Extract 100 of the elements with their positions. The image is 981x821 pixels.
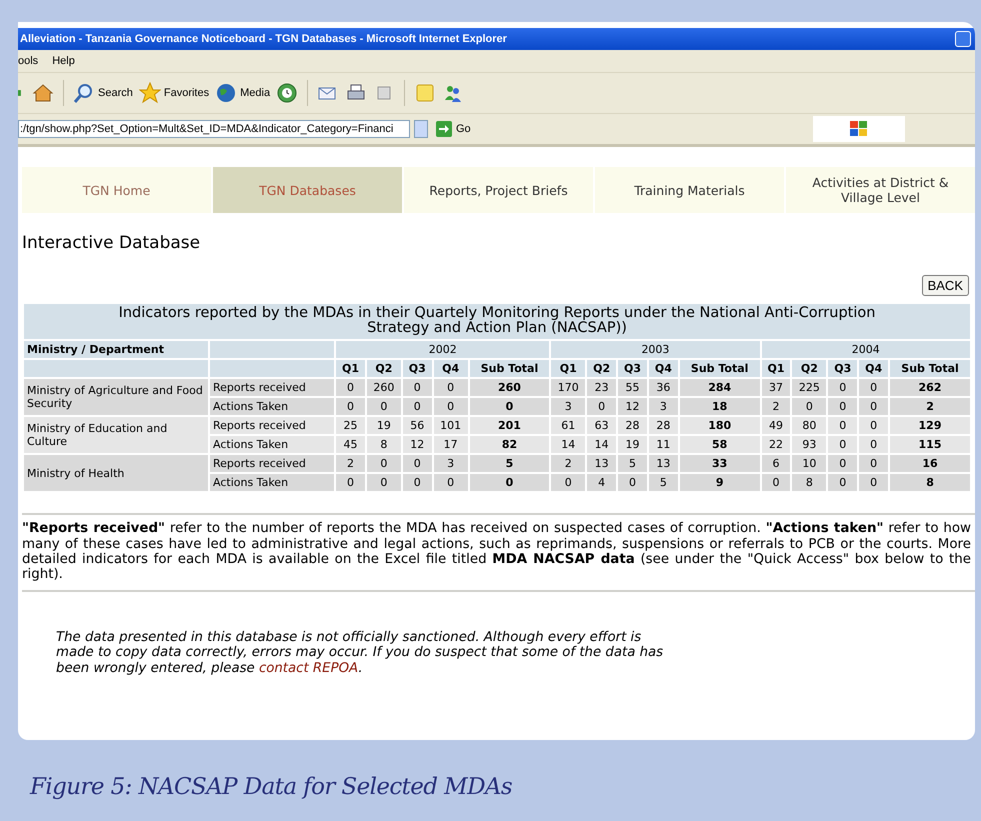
toolbar-label[interactable]: Favorites: [164, 87, 210, 99]
column-header: Sub Total: [680, 360, 760, 378]
table-cell-text: 201: [496, 418, 522, 434]
table-cell-text: 36: [655, 380, 672, 396]
address-field[interactable]: :/tgn/show.php?Set_Option=Mult&Set_ID=MDA&Indicator_Category=Financi: [18, 120, 410, 138]
ministry-cell-text: Ministry of Education and Culture: [26, 421, 168, 450]
window-title: Alleviation - Tanzania Governance Noticeboard - TGN Databases - Microsoft Internet Explorer: [20, 33, 507, 45]
table-cell-text: 11: [655, 437, 672, 454]
table-cell-text: 0: [869, 380, 878, 396]
table-cell-text: 22: [768, 437, 784, 454]
toolbar-label[interactable]: Search: [98, 87, 133, 99]
table-cell-text: 129: [918, 418, 942, 434]
column-header: Sub Total: [890, 360, 970, 378]
table-cell-text: 0: [412, 399, 422, 416]
table-cell-text: 82: [500, 437, 518, 454]
table-cell-text: 5: [504, 456, 514, 472]
column-header: Q1: [762, 360, 790, 378]
table-cell-text: 0: [771, 475, 780, 492]
history-icon[interactable]: [276, 82, 298, 104]
menu-item[interactable]: Help: [52, 55, 75, 67]
table-cell-text: 18: [711, 399, 728, 416]
search-icon[interactable]: [73, 82, 95, 104]
table-cell-text: 2: [925, 399, 935, 416]
table-cell-text: 0: [869, 418, 878, 434]
table-cell-text: 13: [655, 456, 672, 472]
table-cell-text: 0: [564, 475, 573, 492]
table-cell-text: 0: [379, 475, 388, 492]
column-header: Q1: [551, 360, 586, 378]
table-cell-text: 28: [655, 418, 672, 434]
home-icon[interactable]: [32, 82, 54, 104]
table-cell-text: 37: [768, 380, 784, 396]
table-cell-text: 0: [869, 399, 878, 416]
nav-tab[interactable]: TGN Databases: [213, 167, 402, 213]
window-button[interactable]: [955, 31, 971, 47]
table-cell-text: 17: [442, 437, 459, 454]
table-cell-text: 0: [838, 456, 848, 472]
table-cell-text: 14: [560, 437, 576, 454]
table-cell-text: 49: [768, 418, 784, 434]
table-cell-text: 16: [921, 456, 939, 472]
table-cell-text: 3: [446, 456, 456, 472]
star-icon[interactable]: [138, 82, 161, 104]
ministry-cell-text: Ministry of Agriculture and Food Security: [26, 383, 204, 412]
table-cell-text: 0: [804, 399, 814, 416]
table-cell-text: 2: [346, 456, 356, 472]
column-header: Q4: [648, 360, 678, 378]
column-header: Q4: [434, 360, 468, 378]
nav-tab[interactable]: Activities at District & Village Level: [786, 167, 975, 213]
year-header: 2003: [551, 341, 760, 358]
indicator-cell-text: Actions Taken: [212, 437, 290, 454]
column-header: Q2: [366, 360, 401, 378]
back-button[interactable]: BACK: [922, 275, 969, 296]
table-cell-text: 61: [560, 418, 576, 434]
table-cell-text: 12: [624, 399, 641, 416]
table-cell-text: 0: [869, 475, 878, 492]
column-header: Q2: [792, 360, 826, 378]
column-header: Q3: [402, 360, 432, 378]
table-cell-text: 0: [504, 475, 514, 492]
go-button[interactable]: Go: [432, 121, 475, 137]
table-cell-text: 10: [801, 456, 818, 472]
table-cell-text: 56: [409, 418, 426, 434]
table-cell-text: 180: [707, 418, 732, 434]
column-header: Q3: [618, 360, 647, 378]
table-cell-text: 4: [597, 475, 606, 492]
toolbar-label[interactable]: Media: [240, 87, 270, 99]
table-cell-text: 0: [838, 437, 848, 454]
table-cell-text: 0: [346, 380, 356, 396]
table-cell-text: 14: [594, 437, 610, 454]
year-header: 2004: [762, 341, 970, 358]
menu-item[interactable]: ools: [18, 55, 38, 67]
table-cell-text: 63: [594, 418, 610, 434]
table-cell-text: 0: [838, 475, 848, 492]
table-cell-text: 262: [918, 380, 942, 396]
indicator-cell-text: Actions Taken: [212, 475, 290, 492]
column-header: Q1: [336, 360, 365, 378]
nav-tab[interactable]: TGN Home: [22, 167, 211, 213]
table-cell-text: 33: [711, 456, 728, 472]
globe-icon[interactable]: [215, 82, 238, 104]
table-cell-text: 3: [564, 399, 573, 416]
table-cell-text: 13: [594, 456, 610, 472]
table-cell-text: 58: [711, 437, 728, 454]
table-cell-text: 0: [838, 399, 848, 416]
table-cell-text: 0: [838, 380, 848, 396]
table-cell-text: 2: [564, 456, 573, 472]
table-cell-text: 12: [409, 437, 426, 454]
table-cell-text: 0: [412, 380, 422, 396]
column-header: Ministry / Department: [24, 341, 208, 358]
table-cell-text: 6: [771, 456, 780, 472]
nav-tab[interactable]: Reports, Project Briefs: [404, 167, 593, 213]
table-cell-text: 9: [714, 475, 725, 492]
table-cell-text: 0: [838, 418, 848, 434]
contact-link[interactable]: contact REPOA: [258, 660, 358, 676]
column-header: Q3: [828, 360, 858, 378]
table-cell-text: 0: [869, 437, 878, 454]
disclaimer-text: The data presented in this database is not officially sanctioned. Although every effort is made to copy data correctly, errors may occur. If you do suspect that some of the data has been wrongly entered, please contact REPOA.: [56, 630, 664, 676]
table-cell-text: 115: [918, 437, 942, 454]
table-cell-text: 28: [624, 418, 641, 434]
nav-tab[interactable]: Training Materials: [595, 167, 784, 213]
table-cell-text: 0: [412, 456, 422, 472]
indicator-cell-text: Reports received: [212, 380, 307, 396]
table-cell-text: 225: [798, 380, 821, 396]
